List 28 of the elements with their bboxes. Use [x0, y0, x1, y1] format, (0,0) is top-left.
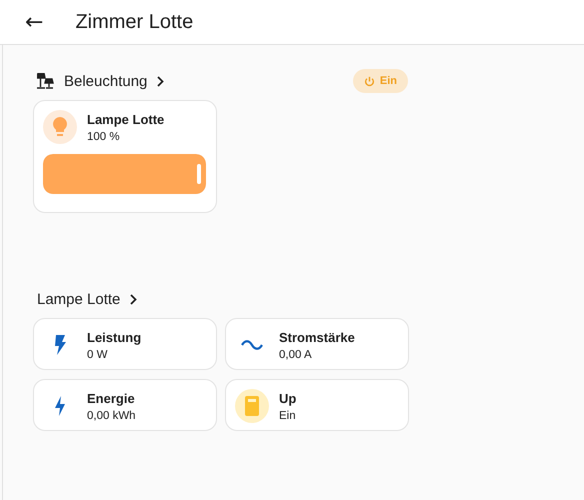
section-heading[interactable]: Lampe Lotte — [33, 290, 142, 308]
entity-state: 0,00 A — [279, 348, 313, 360]
entity-tile[interactable]: Stromstärke 0,00 A — [225, 318, 409, 370]
sine-wave-icon — [241, 340, 263, 350]
entity-name: Up — [279, 390, 296, 406]
lightning-icon — [54, 396, 66, 416]
page-title: Zimmer Lotte — [75, 10, 194, 34]
chevron-right-icon — [130, 294, 138, 304]
entity-tile[interactable]: Up Ein — [225, 379, 409, 431]
entity-state: 0 W — [87, 348, 108, 360]
chevron-right-icon — [157, 76, 164, 86]
entity-state: Ein — [279, 410, 296, 422]
back-button[interactable]: ← — [25, 10, 44, 34]
entity-name: Stromstärke — [279, 330, 355, 344]
entity-state: 0,00 kWh — [87, 410, 136, 422]
light-card[interactable]: Lampe Lotte 100 % — [33, 100, 217, 213]
section-heading[interactable]: Beleuchtung — [33, 72, 168, 90]
bulb-icon — [53, 117, 67, 137]
lamps-icon — [37, 73, 54, 89]
lightning-icon — [53, 335, 67, 355]
entity-state: 100 % — [87, 130, 121, 142]
power-icon — [364, 76, 375, 86]
entity-tile[interactable]: Energie 0,00 kWh — [33, 379, 217, 431]
entity-name: Lampe Lotte — [87, 112, 164, 126]
entity-tile[interactable]: Leistung 0 W — [33, 318, 217, 370]
entity-name: Leistung — [87, 330, 142, 344]
brightness-slider[interactable] — [43, 154, 206, 194]
entity-name: Energie — [87, 390, 136, 406]
